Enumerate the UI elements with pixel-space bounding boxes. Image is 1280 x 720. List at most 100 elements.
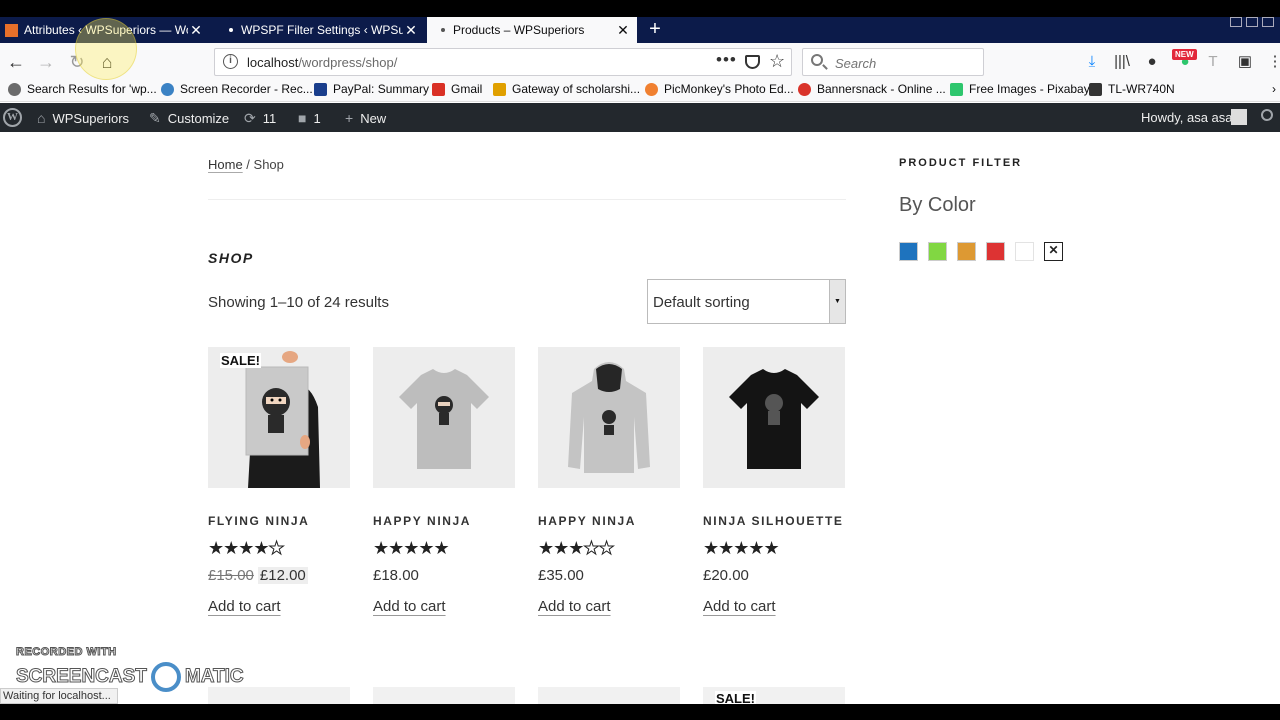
comment-icon: ■ (298, 110, 307, 126)
wp-admin-bar: W ⌂ WPSuperiors ✎ Customize ⟳ 11 ■ 1 + New Ho… (0, 103, 1280, 132)
sorting-select[interactable]: Default sorting ▼ (647, 279, 846, 324)
tab-strip: Attributes ‹ WPSuperiors — Wo ✕ WPSPF Fi… (0, 17, 1280, 43)
bookmark-item[interactable]: Gmail (432, 82, 482, 96)
add-to-cart-button[interactable]: Add to cart (538, 598, 611, 615)
library-icon[interactable]: |||\ (1113, 53, 1131, 71)
widget-title: PRODUCT FILTER (899, 157, 1023, 169)
product-image[interactable]: SALE! (208, 347, 350, 488)
forward-arrow-icon[interactable]: → (33, 49, 59, 75)
bookmark-item[interactable]: Screen Recorder - Rec... (161, 82, 313, 96)
divider (208, 199, 846, 200)
sorting-value: Default sorting (653, 294, 750, 311)
router-tools-icon (1089, 82, 1102, 96)
product-title[interactable]: FLYING NINJA (208, 513, 350, 530)
updates-icon: ⟳ (244, 110, 256, 126)
screencast-icon (161, 82, 174, 96)
product-price: £20.00 (703, 567, 749, 584)
home-icon[interactable]: ⌂ (94, 49, 120, 75)
address-bar[interactable]: i localhost/wordpress/shop/ ••• ☆ (214, 48, 792, 76)
breadcrumb: Home / Shop (208, 157, 284, 172)
screen: Attributes ‹ WPSuperiors — Wo ✕ WPSPF Fi… (0, 0, 1280, 720)
customize-link[interactable]: ✎ Customize (149, 110, 229, 127)
color-swatch-blue[interactable] (899, 242, 918, 261)
star-rating: ★★★★★ (373, 538, 450, 558)
window-controls[interactable] (1230, 17, 1274, 27)
bookmark-item[interactable]: TL-WR740N (1089, 82, 1175, 96)
close-tab-icon[interactable]: ✕ (615, 22, 631, 39)
close-tab-icon[interactable]: ✕ (403, 22, 419, 39)
loading-dot-icon (229, 28, 233, 32)
close-tab-icon[interactable]: ✕ (188, 22, 204, 39)
bookmark-item[interactable]: Free Images - Pixabay (950, 82, 1090, 96)
tab-wpspf-settings[interactable]: WPSPF Filter Settings ‹ WPSupe ✕ (215, 17, 425, 43)
bookmark-item[interactable]: PicMonkey's Photo Ed... (645, 82, 794, 96)
pixabay-icon (950, 82, 963, 96)
hoodie-image-icon (538, 347, 680, 488)
sale-badge: SALE! (220, 353, 261, 368)
paypal-icon (314, 82, 327, 96)
howdy-user[interactable]: Howdy, asa asas (1141, 110, 1239, 125)
plus-icon: + (345, 110, 354, 126)
screencast-logo-icon (150, 662, 181, 692)
avatar[interactable] (1231, 109, 1247, 125)
comments-link[interactable]: ■ 1 (298, 110, 321, 126)
product-title[interactable]: HAPPY NINJA (373, 513, 515, 530)
product-title[interactable]: HAPPY NINJA (538, 513, 680, 530)
result-count: Showing 1–10 of 24 results (208, 294, 389, 311)
add-to-cart-button[interactable]: Add to cart (208, 598, 281, 615)
menu-icon[interactable]: ⋮ (1266, 53, 1280, 71)
product-card: SALE! FLYING NINJA ★★★★★ £15.00 £12.00 Ad… (208, 347, 350, 616)
star-rating: ★★★★★ (208, 538, 285, 559)
watermark-right: MATIC (184, 666, 244, 688)
stop-icon[interactable]: ↻ (64, 49, 90, 75)
wordpress-logo-icon[interactable]: W (3, 108, 22, 127)
color-swatch-red[interactable] (986, 242, 1005, 261)
brush-icon: ✎ (149, 110, 161, 126)
bookmark-star-icon[interactable]: ☆ (769, 51, 785, 72)
home-dashboard-icon: ⌂ (37, 110, 46, 126)
back-arrow-icon[interactable]: ← (3, 49, 29, 75)
text-extension-icon[interactable]: T (1204, 53, 1222, 71)
add-to-cart-button[interactable]: Add to cart (703, 598, 776, 615)
loading-dot-icon (441, 28, 445, 32)
product-image[interactable] (373, 347, 515, 488)
bannersnack-icon (798, 82, 811, 96)
admin-search-icon[interactable] (1261, 109, 1273, 121)
breadcrumb-current: Shop (253, 157, 284, 172)
breadcrumb-home-link[interactable]: Home (208, 157, 243, 172)
product-image[interactable] (703, 347, 845, 488)
bookmark-item[interactable]: Search Results for 'wp... (8, 82, 157, 96)
color-swatch-white[interactable] (1015, 242, 1034, 261)
site-info-icon[interactable]: i (223, 54, 238, 69)
clear-filter-icon[interactable]: ✕ (1044, 242, 1063, 261)
product-card: NINJA SILHOUETTE ★★★★★ £20.00 Add to car… (703, 347, 845, 616)
old-price: £15.00 (208, 567, 254, 584)
sidebar-toggle-icon[interactable]: ▣ (1236, 53, 1254, 71)
page-title: SHOP (208, 250, 254, 266)
bookmarks-toolbar: Search Results for 'wp... Screen Recorde… (0, 79, 1280, 102)
tab-attributes[interactable]: Attributes ‹ WPSuperiors — Wo ✕ (0, 17, 210, 43)
product-title[interactable]: NINJA SILHOUETTE (703, 513, 845, 530)
site-name-link[interactable]: ⌂ WPSuperiors (37, 110, 129, 126)
bookmarks-overflow-icon[interactable]: › (1272, 82, 1276, 96)
search-input[interactable]: Search (802, 48, 984, 76)
color-swatch-orange[interactable] (957, 242, 976, 261)
download-icon[interactable]: ⤓ (1083, 53, 1101, 71)
updates-link[interactable]: ⟳ 11 (244, 110, 276, 127)
new-content-link[interactable]: + New (345, 110, 386, 126)
bookmark-item[interactable]: Bannersnack - Online ... (798, 82, 946, 96)
bookmark-item[interactable]: Gateway of scholarshi... (493, 82, 640, 96)
product-card: HAPPY NINJA ★★★★★ £18.00 Add to cart (373, 347, 515, 616)
tab-products[interactable]: Products – WPSuperiors ✕ (427, 17, 637, 43)
bookmark-item[interactable]: PayPal: Summary (314, 82, 429, 96)
navigation-bar: ← → ↻ ⌂ i localhost/wordpress/shop/ ••• … (0, 43, 1280, 79)
extension-icon[interactable]: ● (1143, 53, 1161, 71)
add-to-cart-button[interactable]: Add to cart (373, 598, 446, 615)
pocket-icon[interactable] (745, 55, 760, 69)
color-swatch-green[interactable] (928, 242, 947, 261)
new-tab-icon[interactable]: + (645, 19, 665, 41)
page-actions-icon[interactable]: ••• (716, 50, 737, 70)
product-image[interactable] (538, 347, 680, 488)
grey-tshirt-image-icon (373, 347, 515, 488)
url-text[interactable]: localhost/wordpress/shop/ (247, 55, 397, 70)
